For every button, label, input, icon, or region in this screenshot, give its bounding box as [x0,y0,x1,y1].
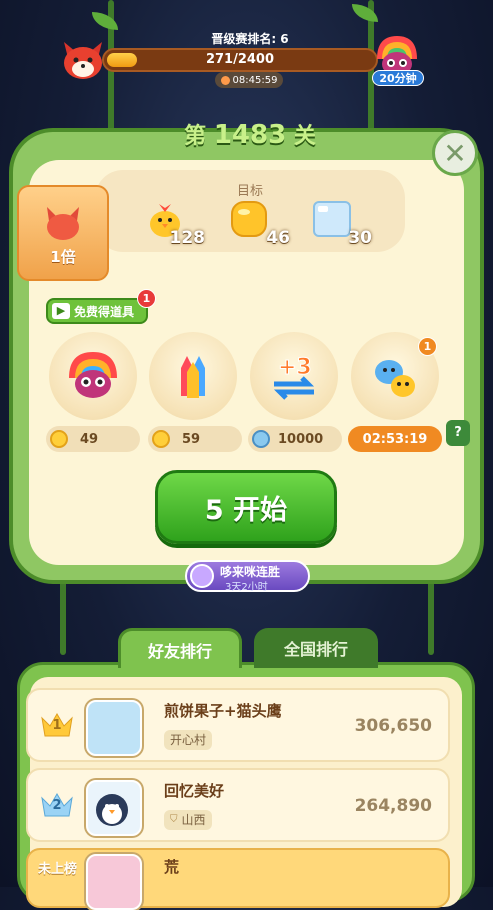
free-items-label: 免费得道具 [74,304,135,319]
booster-timer-value: 02:53:19 [362,431,428,447]
player-location-text: 山西 [181,813,206,827]
silver-crown-icon: 2 [40,790,74,818]
booster-price: 59 [148,426,242,452]
rocket-icon [181,356,205,398]
level-number: 1483 [213,120,287,150]
rainbow-owl-icon [69,352,117,398]
booster-price-value: 49 [80,431,99,447]
close-icon: ✕ [443,136,467,170]
vine [428,575,434,655]
rank-number: 2 [52,798,62,813]
booster-rainbow-owl[interactable] [49,332,137,420]
silver-coin-icon [252,430,270,448]
ice-block-icon [313,201,351,237]
goal-item-ice-block: 30 [312,198,372,248]
coin-icon [152,430,170,448]
multiplier-tag[interactable]: 1倍 [17,185,109,281]
leaderboard-row-self[interactable]: 未上榜 荒 [26,848,450,910]
season-timer: 08:45:59 [215,72,283,88]
player-name: 回忆美好 [164,782,225,800]
progress-text: 271/2400 [205,52,275,67]
fox-icon [47,207,79,240]
player-name: 荒 [164,858,180,876]
avatar[interactable] [86,700,142,756]
avatar[interactable] [86,854,142,910]
booster-price: 10000 [248,426,342,452]
player-name: 煎饼果子+猫头鹰 [164,702,282,720]
tab-national-ranking[interactable]: 全国排行 [254,628,378,668]
owl-timer-label: 20分钟 [372,70,424,86]
booster-price: 49 [46,426,140,452]
booster-price-value: 59 [182,431,201,447]
leaderboard-row[interactable]: 2 回忆美好 ⛉ 山西 264,890 [26,768,450,842]
leaf [352,4,378,22]
booster-price-value: 10000 [278,431,324,447]
start-button[interactable]: 5 开始 [155,470,337,544]
shield-icon: ⛉ [170,814,178,825]
goal-title: 目标 [236,184,263,199]
goal-item-chick: 128 [145,198,205,248]
booster-plus-three[interactable]: +3 [250,332,338,420]
rank-number: 1 [52,718,62,733]
vine [60,575,66,655]
win-streak-banner[interactable]: 哆来咪连胜 3天2小时 [185,560,310,593]
plus-three-moves-icon: +3 [273,355,315,400]
level-title: 第 1483 关 [160,118,340,150]
rank-title: 晋级赛排名: 6 [211,32,289,46]
booster-badge: 1 [418,337,437,356]
leaf [92,12,118,30]
goal-item-yellow-cube: 46 [230,198,290,248]
tab-friends-ranking[interactable]: 好友排行 [118,628,242,668]
tab-label: 全国排行 [283,640,348,659]
player-location: 开心村 [164,730,213,750]
yellow-cube-icon [231,201,267,237]
goal-count: 128 [169,228,206,248]
unranked-label: 未上榜 [38,862,78,877]
level-suffix: 关 [293,124,316,149]
progress-bar: 271/2400 [102,48,378,72]
booster-rocket[interactable] [149,332,237,420]
close-button[interactable]: ✕ [432,130,478,176]
pet-pair-icon [375,360,415,397]
help-button[interactable]: ? [446,420,470,446]
start-label: 5 开始 [204,494,288,526]
coin-icon [50,430,68,448]
avatar[interactable] [86,780,142,836]
goal-count: 46 [266,228,290,248]
leaderboard-row[interactable]: 1 煎饼果子+猫头鹰 开心村 306,650 [26,688,450,762]
tv-ad-icon: ▶ [52,303,70,319]
goal-count: 30 [348,228,372,248]
free-items-badge: 1 [137,289,156,308]
music-note-icon [190,564,214,588]
penguin-icon [96,794,128,826]
multiplier-label: 1倍 [50,248,76,266]
player-score: 264,890 [354,796,432,816]
clock-icon [220,75,230,85]
tab-label: 好友排行 [147,641,212,661]
season-timer-text: 08:45:59 [232,74,278,86]
player-location: ⛉ 山西 [164,810,212,830]
booster-timer: 02:53:19 [348,426,442,452]
streak-subtitle: 3天2小时 [225,582,268,593]
free-items-button[interactable]: ▶ 免费得道具 [46,298,148,324]
player-score: 306,650 [354,716,432,736]
svg-text:+3: +3 [278,355,312,380]
level-prefix: 第 [184,124,207,149]
gold-crown-icon: 1 [40,710,74,738]
fox-avatar-icon [64,42,102,79]
